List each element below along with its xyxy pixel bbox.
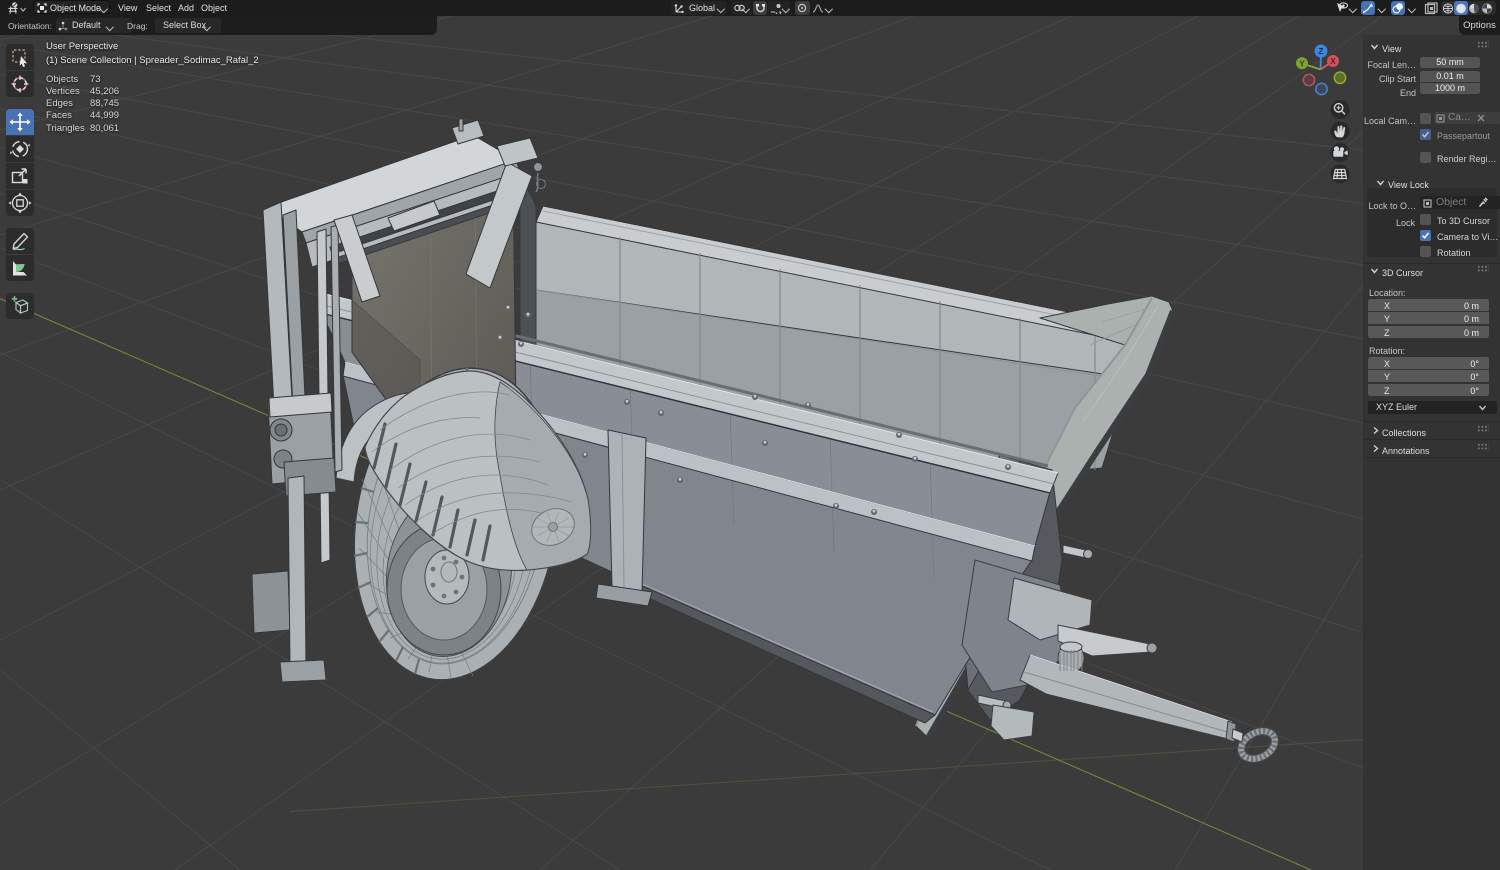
svg-text:Y: Y (1299, 59, 1305, 68)
svg-text:X: X (1330, 57, 1336, 66)
svg-text:Z: Z (1319, 47, 1324, 56)
